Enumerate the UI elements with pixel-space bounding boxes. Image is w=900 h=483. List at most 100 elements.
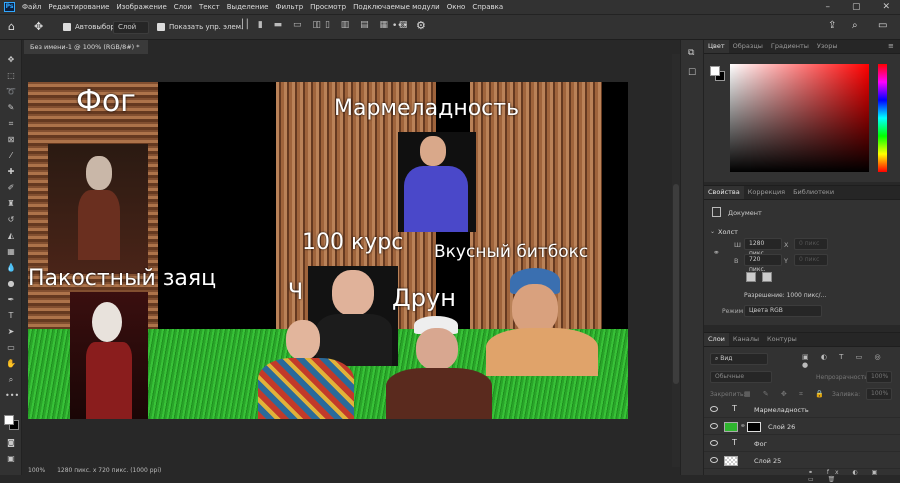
- tab-gradients[interactable]: Градиенты: [767, 40, 813, 53]
- align-icons[interactable]: ▕▏▮ ▬ ▭ ▯: [236, 20, 321, 30]
- visibility-eye-icon[interactable]: [710, 457, 718, 463]
- tab-adjustments[interactable]: Коррекция: [744, 186, 789, 199]
- foreground-color-swatch[interactable]: [4, 415, 14, 425]
- eyedropper-icon[interactable]: ⁄: [5, 151, 17, 161]
- canvas-text-ch[interactable]: Ч: [288, 280, 303, 305]
- clone-stamp-icon[interactable]: ♜: [5, 199, 17, 209]
- visibility-eye-icon[interactable]: [710, 423, 718, 429]
- layer-row[interactable]: ⚭ Слой 26: [704, 419, 900, 435]
- comments-icon[interactable]: ☐: [688, 68, 696, 78]
- menu-layers[interactable]: Слои: [174, 3, 192, 11]
- maximize-button[interactable]: ▢: [852, 2, 861, 12]
- visibility-eye-icon[interactable]: [710, 440, 718, 446]
- rectangle-tool-icon[interactable]: ▭: [5, 343, 17, 353]
- color-picker-field[interactable]: [730, 64, 869, 172]
- lock-icons[interactable]: ▦ ✎ ✥ ⌗ 🔒: [744, 390, 829, 399]
- canvas-text-drun[interactable]: Друн: [392, 284, 456, 312]
- canvas-text-rabbit[interactable]: Пакостный заяц: [28, 266, 216, 291]
- blur-tool-icon[interactable]: 💧: [5, 263, 17, 273]
- hue-slider[interactable]: [878, 64, 887, 172]
- eraser-icon[interactable]: ◭: [5, 231, 17, 241]
- tab-swatches[interactable]: Образцы: [729, 40, 767, 53]
- menu-help[interactable]: Справка: [472, 3, 503, 11]
- frame-tool-icon[interactable]: ⊠: [5, 135, 17, 145]
- pen-tool-icon[interactable]: ✒: [5, 295, 17, 305]
- autoselect-checkbox[interactable]: [63, 23, 71, 31]
- quick-mask-icon[interactable]: ◙: [5, 438, 17, 448]
- layer-filter-select[interactable]: ⌕ Вид: [710, 353, 768, 365]
- layer-name[interactable]: Слой 25: [754, 457, 781, 465]
- fill-input[interactable]: 100%: [866, 388, 892, 400]
- layer-row[interactable]: T Фог: [704, 436, 900, 452]
- layer-mask-thumbnail[interactable]: [747, 422, 761, 432]
- autoselect-select[interactable]: Слой: [113, 21, 149, 34]
- history-brush-icon[interactable]: ↺: [5, 215, 17, 225]
- close-button[interactable]: ✕: [882, 2, 890, 12]
- canvas-text-100-course[interactable]: 100 курс: [302, 230, 403, 255]
- layer-actions-icons[interactable]: ⚭ fx ◐ ▣ ▭ 🗑: [808, 469, 900, 483]
- zoom-level[interactable]: 100%: [28, 467, 45, 474]
- quick-select-icon[interactable]: ✎: [5, 103, 17, 113]
- settings-gear-icon[interactable]: ⚙: [416, 19, 426, 32]
- canvas-text-marmalade[interactable]: Мармеладность: [334, 96, 519, 121]
- visibility-eye-icon[interactable]: [710, 406, 718, 412]
- opacity-input[interactable]: 100%: [866, 371, 892, 383]
- link-icon[interactable]: ⚭: [713, 248, 720, 257]
- tab-color[interactable]: Цвет: [704, 40, 729, 53]
- tab-layers[interactable]: Слои: [704, 333, 729, 346]
- show-controls-checkbox[interactable]: [157, 23, 165, 31]
- x-input[interactable]: 0 пикс: [794, 238, 828, 250]
- tab-properties[interactable]: Свойства: [704, 186, 744, 199]
- chain-link-icon[interactable]: ⚭: [740, 422, 746, 430]
- tab-libraries[interactable]: Библиотеки: [789, 186, 838, 199]
- chevron-down-icon[interactable]: ⌄: [710, 228, 715, 235]
- height-input[interactable]: 720 пикс.: [744, 254, 782, 273]
- dodge-tool-icon[interactable]: ●: [5, 279, 17, 289]
- healing-brush-icon[interactable]: ✚: [5, 167, 17, 177]
- move-tool-icon[interactable]: ✥: [34, 20, 43, 33]
- menu-edit[interactable]: Редактирование: [48, 3, 109, 11]
- workspace-icon[interactable]: ▭: [878, 20, 887, 31]
- lasso-tool-icon[interactable]: ➰: [5, 87, 17, 97]
- menu-window[interactable]: Окно: [447, 3, 466, 11]
- menu-file[interactable]: Файл: [22, 3, 41, 11]
- more-options-icon[interactable]: •••: [392, 21, 408, 31]
- menu-filter[interactable]: Фильтр: [275, 3, 303, 11]
- menu-plugins[interactable]: Подключаемые модули: [353, 3, 440, 11]
- canvas-text-beatbox[interactable]: Вкусный битбокс: [434, 242, 588, 262]
- home-icon[interactable]: ⌂: [8, 20, 15, 33]
- menu-view[interactable]: Просмотр: [310, 3, 346, 11]
- history-icon[interactable]: ⧉: [688, 48, 694, 58]
- blend-mode-select[interactable]: Обычные: [710, 371, 772, 383]
- tab-paths[interactable]: Контуры: [763, 333, 801, 346]
- layer-row[interactable]: T Мармеладность: [704, 402, 900, 418]
- layer-row[interactable]: Слой 25: [704, 453, 900, 469]
- fg-color-swatch[interactable]: [710, 66, 720, 76]
- portrait-icon[interactable]: [746, 272, 756, 282]
- canvas-text-fog[interactable]: Фог: [76, 84, 136, 119]
- gradient-tool-icon[interactable]: ▦: [5, 247, 17, 257]
- layer-name[interactable]: Мармеладность: [754, 406, 809, 414]
- tab-channels[interactable]: Каналы: [729, 333, 763, 346]
- more-tools-icon[interactable]: •••: [5, 391, 19, 401]
- tab-patterns[interactable]: Узоры: [813, 40, 842, 53]
- minimize-button[interactable]: –: [825, 2, 830, 12]
- mode-select[interactable]: Цвета RGB: [744, 305, 822, 317]
- layer-name[interactable]: Слой 26: [768, 423, 795, 431]
- path-select-icon[interactable]: ➤: [5, 327, 17, 337]
- layer-filter-icons[interactable]: ▣ ◐ T ▭ ◎ ●: [802, 353, 900, 369]
- layer-name[interactable]: Фог: [754, 440, 767, 448]
- menu-select[interactable]: Выделение: [227, 3, 269, 11]
- zoom-tool-icon[interactable]: ⌕: [5, 375, 17, 385]
- marquee-tool-icon[interactable]: ⬚: [5, 71, 17, 81]
- screen-mode-icon[interactable]: ▣: [5, 454, 17, 464]
- width-input[interactable]: 1280 пикс: [744, 238, 782, 257]
- type-tool-icon[interactable]: T: [5, 311, 17, 321]
- crop-tool-icon[interactable]: ⌗: [5, 119, 17, 129]
- landscape-icon[interactable]: [762, 272, 772, 282]
- brush-tool-icon[interactable]: ✐: [5, 183, 17, 193]
- move-tool-icon[interactable]: ✥: [5, 55, 17, 65]
- search-icon[interactable]: ⌕: [852, 20, 858, 31]
- menu-image[interactable]: Изображение: [116, 3, 166, 11]
- share-icon[interactable]: ⇪: [828, 20, 836, 31]
